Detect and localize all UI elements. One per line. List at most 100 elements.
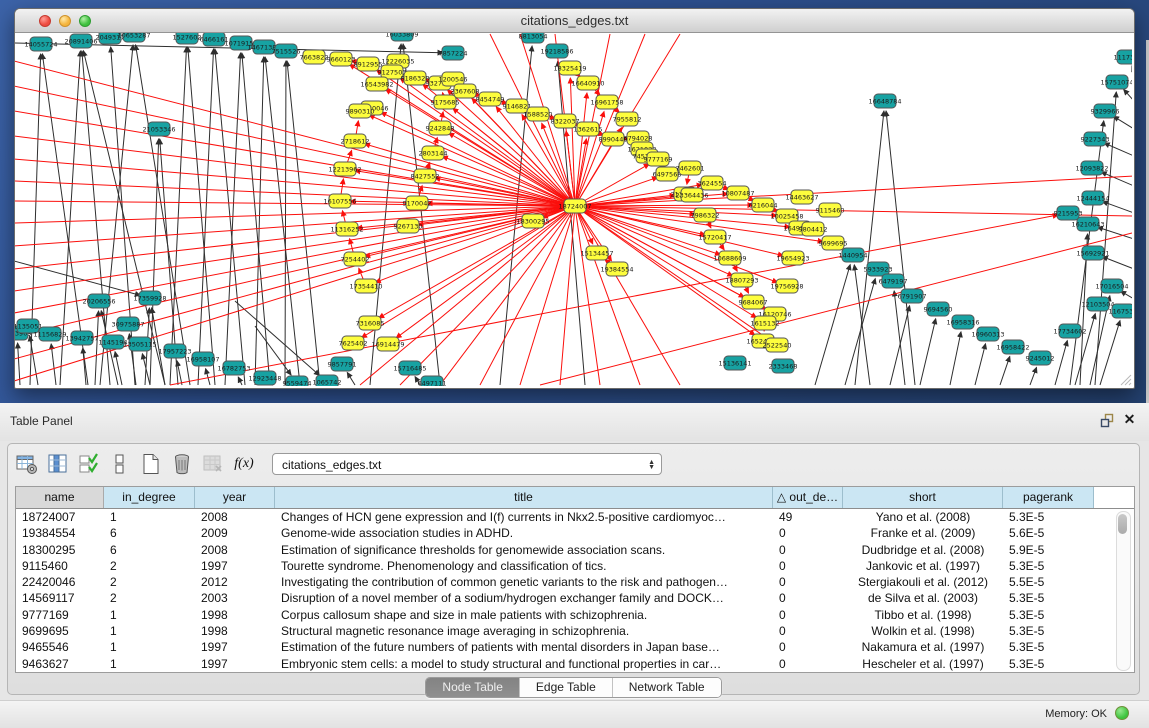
- graph-node-yellow[interactable]: 9170042: [403, 196, 432, 210]
- graph-node-teal[interactable]: 6791907: [898, 289, 927, 303]
- graph-edge[interactable]: [360, 206, 575, 385]
- table-selector-dropdown[interactable]: citations_edges.txt ▲▼: [272, 453, 662, 475]
- graph-node-yellow[interactable]: 7955812: [613, 112, 642, 126]
- graph-node-teal[interactable]: 16958422: [996, 340, 1029, 354]
- graph-edge[interactable]: [975, 344, 986, 385]
- graph-node-yellow[interactable]: 9242848: [426, 121, 455, 135]
- graph-edge[interactable]: [894, 291, 905, 385]
- graph-node-yellow[interactable]: 16640910: [571, 76, 604, 90]
- graph-node-yellow[interactable]: 15134457: [580, 246, 613, 260]
- table-row[interactable]: 1456911722003Disruption of a novel membe…: [16, 590, 1134, 606]
- graph-edge[interactable]: [225, 53, 241, 385]
- float-panel-icon[interactable]: [1100, 413, 1115, 428]
- graph-node-teal[interactable]: 1117304: [1114, 50, 1132, 64]
- graph-node-yellow[interactable]: 9890310: [346, 104, 375, 118]
- resize-handle-icon[interactable]: [1118, 372, 1132, 386]
- tab-edge-table[interactable]: Edge Table: [520, 678, 613, 697]
- graph-edge[interactable]: [1055, 341, 1067, 385]
- graph-node-yellow[interactable]: 14463627: [785, 190, 818, 204]
- graph-edge[interactable]: [575, 206, 640, 385]
- network-view-window[interactable]: citations_edges.txt 14055724208914062049…: [14, 8, 1135, 389]
- network-graph-canvas[interactable]: 1405572420891406204931710653287152760264…: [15, 33, 1132, 386]
- graph-node-teal[interactable]: 12923448: [248, 371, 281, 385]
- graph-node-yellow[interactable]: 3624554: [698, 176, 727, 190]
- delete-column-icon[interactable]: [171, 453, 193, 475]
- graph-edge[interactable]: [15, 111, 575, 206]
- graph-node-yellow[interactable]: 7986322: [691, 208, 720, 222]
- graph-node-yellow[interactable]: 7316085: [356, 316, 385, 330]
- function-builder-icon[interactable]: f(x): [233, 453, 255, 475]
- table-row[interactable]: 1872400712008Changes of HCN gene express…: [16, 509, 1134, 525]
- graph-node-yellow[interactable]: 9267130: [394, 219, 423, 233]
- graph-node-teal[interactable]: 7857224: [439, 46, 468, 60]
- graph-node-yellow[interactable]: 7462601: [676, 161, 705, 175]
- graph-node-teal[interactable]: 14055724: [24, 37, 57, 51]
- graph-edge[interactable]: [365, 144, 575, 206]
- graph-node-teal[interactable]: 13942757: [65, 331, 98, 345]
- graph-edge[interactable]: [1102, 257, 1132, 269]
- table-row[interactable]: 977716911998Corpus callosum shape and si…: [16, 607, 1134, 623]
- graph-edge[interactable]: [370, 44, 401, 385]
- graph-edge[interactable]: [1121, 291, 1132, 299]
- graph-edge[interactable]: [136, 45, 190, 385]
- graph-node-teal[interactable]: 1065742: [313, 375, 342, 386]
- graph-edge[interactable]: [950, 332, 961, 385]
- column-header-title[interactable]: title: [275, 487, 773, 508]
- graph-edge[interactable]: [560, 206, 575, 385]
- graph-node-teal[interactable]: 1440954: [839, 248, 868, 262]
- graph-edge[interactable]: [15, 201, 575, 206]
- graph-node-teal[interactable]: 15136141: [718, 356, 751, 370]
- graph-node-teal[interactable]: 15751074: [1100, 75, 1132, 89]
- table-row[interactable]: 2242004622012Investigating the contribut…: [16, 574, 1134, 590]
- table-row[interactable]: 946554611997Estimation of the future num…: [16, 639, 1134, 655]
- graph-node-teal[interactable]: 1167533: [1109, 304, 1132, 318]
- close-panel-icon[interactable]: ✕: [1122, 412, 1137, 427]
- graph-node-teal[interactable]: 1527602: [173, 33, 202, 44]
- graph-node-yellow[interactable]: 19384554: [600, 262, 633, 276]
- memory-status-icon[interactable]: [1115, 706, 1129, 720]
- graph-edge[interactable]: [1113, 116, 1132, 129]
- show-columns-icon[interactable]: [47, 453, 69, 475]
- table-settings-icon[interactable]: [16, 453, 38, 475]
- graph-node-teal[interactable]: 10960313: [971, 327, 1004, 341]
- graph-edge[interactable]: [1000, 356, 1010, 385]
- graph-node-yellow[interactable]: 16914479: [371, 337, 404, 351]
- row-columns-icon[interactable]: [109, 453, 131, 475]
- scrollbar-thumb[interactable]: [1118, 514, 1127, 534]
- graph-edge[interactable]: [815, 265, 850, 385]
- graph-edge[interactable]: [1124, 89, 1132, 101]
- table-row[interactable]: 946362711997Embryonic stem cells: a mode…: [16, 656, 1134, 672]
- graph-edge[interactable]: [18, 343, 20, 385]
- graph-node-teal[interactable]: 9694560: [924, 302, 953, 316]
- graph-node-teal[interactable]: 16958316: [946, 315, 979, 329]
- graph-node-teal[interactable]: 16033809: [385, 33, 418, 41]
- graph-edge[interactable]: [1101, 172, 1132, 186]
- graph-node-yellow[interactable]: 9115460: [816, 203, 845, 217]
- graph-node-yellow[interactable]: 2718612: [341, 134, 370, 148]
- graph-node-yellow[interactable]: 9804412: [799, 222, 828, 236]
- graph-node-teal[interactable]: 17016504: [1095, 279, 1128, 293]
- graph-node-yellow[interactable]: 9660123: [327, 52, 356, 66]
- graph-node-yellow[interactable]: 1615132: [751, 316, 780, 330]
- graph-node-teal[interactable]: 8813054: [519, 33, 548, 43]
- graph-edge[interactable]: [285, 61, 286, 385]
- graph-node-yellow[interactable]: 7254402: [341, 252, 370, 266]
- column-header-in_degree[interactable]: in_degree: [104, 487, 195, 508]
- vertical-scrollbar[interactable]: [1116, 511, 1131, 671]
- graph-node-yellow[interactable]: 8427552: [411, 169, 440, 183]
- graph-edge[interactable]: [115, 352, 122, 385]
- graph-node-teal[interactable]: 9857791: [328, 357, 357, 371]
- table-row[interactable]: 969969511998Structural magnetic resonanc…: [16, 623, 1134, 639]
- graph-node-yellow[interactable]: 12213962: [328, 162, 361, 176]
- column-header-name[interactable]: name: [16, 487, 104, 508]
- node-table[interactable]: namein_degreeyeartitle△ out_de…shortpage…: [15, 486, 1135, 673]
- graph-edge[interactable]: [1104, 143, 1132, 156]
- graph-node-yellow[interactable]: 11316252: [330, 222, 363, 236]
- graph-node-teal[interactable]: 6497111: [418, 376, 447, 386]
- graph-edge[interactable]: [15, 61, 575, 206]
- graph-edge[interactable]: [890, 306, 910, 385]
- graph-node-yellow[interactable]: 9699695: [819, 236, 848, 250]
- graph-node-yellow[interactable]: 2803144: [419, 146, 448, 160]
- graph-node-yellow[interactable]: 7625402: [339, 336, 368, 350]
- graph-node-yellow[interactable]: 19654923: [776, 251, 809, 265]
